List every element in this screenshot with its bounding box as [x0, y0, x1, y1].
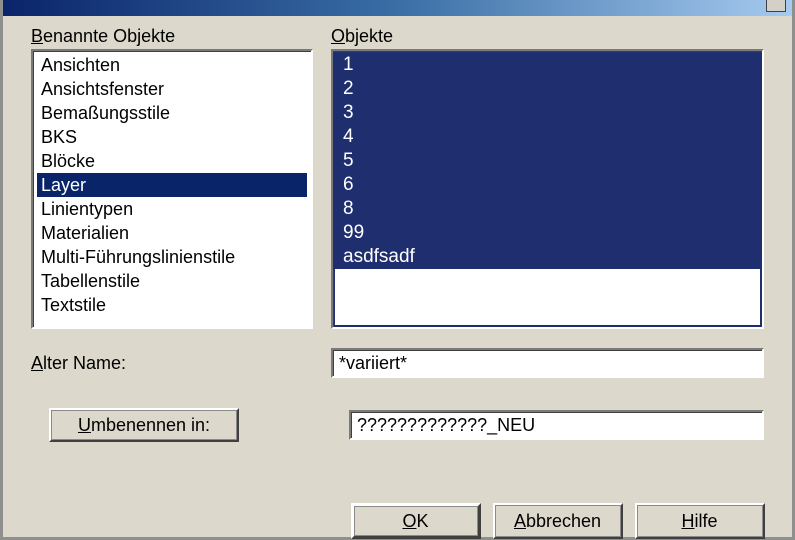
rename-to-input[interactable] — [349, 410, 764, 440]
list-item[interactable]: 1 — [343, 53, 762, 77]
list-item[interactable]: Materialien — [37, 221, 307, 245]
objects-list[interactable]: 123456899asdfsadf — [331, 49, 764, 329]
list-item[interactable]: Linientypen — [37, 197, 307, 221]
list-item[interactable]: 6 — [343, 173, 762, 197]
rename-to-button[interactable]: Umbenennen in: — [49, 408, 239, 442]
rename-dialog: Benannte Objekte AnsichtenAnsichtsfenste… — [0, 0, 795, 540]
old-name-label: Alter Name: — [31, 353, 331, 374]
objects-label: Objekte — [331, 26, 764, 47]
list-item[interactable]: 99 — [343, 221, 762, 245]
ok-button[interactable]: OK — [351, 503, 481, 539]
named-objects-list[interactable]: AnsichtenAnsichtsfensterBemaßungsstileBK… — [31, 49, 313, 329]
list-item[interactable]: 4 — [343, 125, 762, 149]
help-button[interactable]: Hilfe — [635, 503, 765, 539]
named-objects-label: Benannte Objekte — [31, 26, 313, 47]
list-item[interactable]: BKS — [37, 125, 307, 149]
list-item[interactable]: asdfsadf — [343, 245, 762, 269]
cancel-button[interactable]: Abbrechen — [493, 503, 623, 539]
list-item[interactable]: Multi-Führungslinienstile — [37, 245, 307, 269]
list-item[interactable]: Bemaßungsstile — [37, 101, 307, 125]
old-name-input[interactable] — [331, 348, 764, 378]
list-item[interactable]: 8 — [343, 197, 762, 221]
list-item[interactable]: Blöcke — [37, 149, 307, 173]
list-item[interactable]: Ansichtsfenster — [37, 77, 307, 101]
objects-list-empty-area — [335, 269, 760, 325]
close-icon[interactable] — [766, 0, 786, 12]
list-item[interactable]: 5 — [343, 149, 762, 173]
list-item[interactable]: Layer — [37, 173, 307, 197]
list-item[interactable]: Tabellenstile — [37, 269, 307, 293]
titlebar[interactable] — [3, 0, 792, 16]
list-item[interactable]: 3 — [343, 101, 762, 125]
list-item[interactable]: 2 — [343, 77, 762, 101]
list-item[interactable]: Ansichten — [37, 53, 307, 77]
dialog-client-area: Benannte Objekte AnsichtenAnsichtsfenste… — [3, 16, 792, 537]
list-item[interactable]: Textstile — [37, 293, 307, 317]
